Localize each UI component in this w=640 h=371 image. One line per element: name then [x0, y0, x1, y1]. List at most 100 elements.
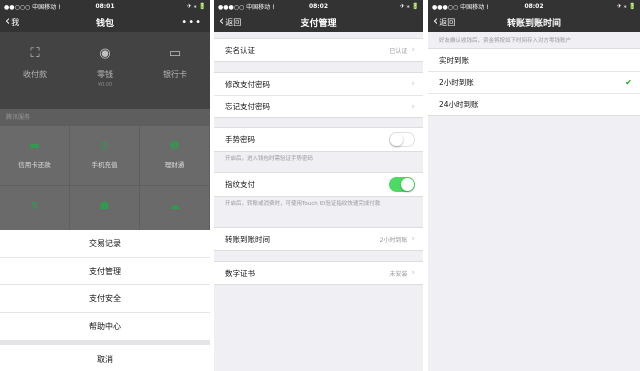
- gesture-group: 手势密码: [214, 127, 423, 152]
- payment-management-screen: ●●●○○ 中国移动 ⌇ 08:02 ✈ ⁎ 🔋 ‹ 返回 支付管理 实名认证 已…: [214, 0, 423, 371]
- certificate-label: 数字证书: [225, 268, 255, 278]
- credit-card-icon: ▬: [29, 139, 40, 152]
- forgot-password-row[interactable]: 忘记支付密码 ›: [214, 95, 423, 117]
- fingerprint-label: 指纹支付: [225, 180, 255, 189]
- checkmark-icon: ✔: [625, 78, 632, 87]
- change-label: 零钱: [97, 70, 113, 79]
- payment-security-option[interactable]: 支付安全: [0, 285, 210, 313]
- status-bar: ●●●○○ 中国移动 ⌇ 08:02 ✈ ⁎ 🔋: [428, 0, 640, 12]
- chevron-right-icon: ›: [411, 268, 415, 278]
- page-title: 钱包: [95, 18, 114, 29]
- option-label: 实时到账: [439, 55, 469, 65]
- phone-recharge-icon: ⊙: [99, 139, 110, 152]
- gesture-note: 开启后，进入钱包时需验证手势密码: [225, 156, 314, 162]
- transfer-options: 实时到账 2小时到账 ✔ 24小时到账: [428, 48, 640, 116]
- pay-receive-label: 收付款: [23, 70, 47, 79]
- chevron-left-icon: ‹: [219, 14, 225, 29]
- back-label: 返回: [439, 17, 456, 27]
- status-icons: ✈ ⁎ 🔋: [186, 2, 206, 10]
- pay-receive-button[interactable]: ⛶ 收付款: [0, 46, 70, 109]
- certificate-group: 数字证书 未安装 ›: [214, 261, 423, 285]
- realname-status: 已认证: [389, 47, 408, 55]
- payment-management-option[interactable]: 支付管理: [0, 258, 210, 286]
- status-bar: ●●○○○ 中国移动 ⌇ 08:01 ✈ ⁎ 🔋: [0, 0, 210, 12]
- status-icons: ✈ ⁎ 🔋: [616, 2, 636, 10]
- section-label: 腾讯服务: [0, 109, 210, 126]
- gesture-label: 手势密码: [225, 135, 255, 144]
- qq-icon: ☗: [99, 199, 110, 212]
- modify-password-label: 修改支付密码: [225, 79, 270, 89]
- option-24h[interactable]: 24小时到账: [428, 93, 640, 115]
- chevron-right-icon: ›: [411, 234, 415, 244]
- change-balance-button[interactable]: ◉ 零钱 ¥0.00: [70, 46, 140, 109]
- back-label: 返回: [225, 17, 242, 27]
- nav-bar: ‹ 返回 支付管理: [214, 12, 423, 32]
- fingerprint-group: 指纹支付: [214, 172, 423, 197]
- back-label: 我: [11, 17, 20, 27]
- fingerprint-toggle[interactable]: [389, 177, 415, 192]
- modify-password-row[interactable]: 修改支付密码 ›: [214, 73, 423, 95]
- toggle-knob: [390, 133, 403, 146]
- service-label: 理财通: [164, 161, 185, 169]
- status-icons: ✈ ⁎ 🔋: [399, 2, 419, 10]
- wallet-screen: ●●○○○ 中国移动 ⌇ 08:01 ✈ ⁎ 🔋 ‹ 我 钱包 ••• ⛶ 收付款…: [0, 0, 210, 371]
- cancel-button[interactable]: 取消: [0, 345, 210, 371]
- action-sheet: 交易记录 支付管理 支付安全 帮助中心 取消: [0, 230, 210, 371]
- gesture-row: 手势密码: [214, 128, 423, 151]
- carrier-label: ●●●○○ 中国移动 ⌇: [218, 3, 275, 11]
- bank-card-icon: ▭: [168, 46, 182, 61]
- realname-group: 实名认证 已认证 ›: [214, 38, 423, 62]
- toggle-knob: [401, 178, 414, 191]
- transfer-time-row[interactable]: 转账到账时间 2小时到账 ›: [214, 228, 423, 250]
- chevron-right-icon: ›: [411, 79, 415, 89]
- certificate-status: 未安装: [389, 270, 408, 278]
- service-phone-recharge[interactable]: ⊙ 手机充值: [69, 126, 140, 186]
- carrier-label: ●●●○○ 中国移动 ⌇: [432, 3, 489, 11]
- nav-bar: ‹ 我 钱包 •••: [0, 12, 210, 32]
- chevron-right-icon: ›: [411, 101, 415, 112]
- scan-pay-icon: ⛶: [30, 46, 40, 61]
- option-2h[interactable]: 2小时到账 ✔: [428, 71, 640, 93]
- bank-card-label: 银行卡: [163, 70, 187, 79]
- bank-card-button[interactable]: ▭ 银行卡: [140, 46, 210, 109]
- transfer-time-value: 2小时到账: [379, 236, 408, 244]
- option-label: 24小时到账: [439, 100, 479, 109]
- cloud-icon: ☁: [168, 199, 180, 212]
- back-button[interactable]: ‹ 我: [5, 14, 20, 29]
- service-credit-card[interactable]: ▬ 信用卡还款: [0, 126, 70, 186]
- transfer-time-label: 转账到账时间: [225, 234, 270, 244]
- gesture-toggle[interactable]: [389, 132, 415, 147]
- transfer-note: 好友确认收钱后，资金将按如下时间存入对方零钱账户: [439, 38, 572, 44]
- change-amount: ¥0.00: [97, 82, 113, 88]
- option-label: 2小时到账: [439, 78, 474, 87]
- realname-label: 实名认证: [225, 45, 255, 55]
- chevron-right-icon: ›: [411, 45, 415, 55]
- wallet-top-grid: ⛶ 收付款 ◉ 零钱 ¥0.00 ▭ 银行卡: [0, 32, 210, 109]
- page-title: 支付管理: [300, 18, 337, 29]
- nav-bar: ‹ 返回 转账到账时间: [428, 12, 640, 32]
- certificate-row[interactable]: 数字证书 未安装 ›: [214, 262, 423, 284]
- help-center-option[interactable]: 帮助中心: [0, 313, 210, 341]
- back-button[interactable]: ‹ 返回: [433, 15, 456, 28]
- forgot-password-label: 忘记支付密码: [225, 102, 270, 111]
- fingerprint-note: 开启后，转账或消费时，可使用Touch ID验证指纹快速完成付款: [225, 201, 381, 207]
- option-realtime[interactable]: 实时到账: [428, 49, 640, 71]
- service-label: 手机充值: [91, 161, 118, 169]
- transfer-time-screen: ●●●○○ 中国移动 ⌇ 08:02 ✈ ⁎ 🔋 ‹ 返回 转账到账时间 好友确认…: [428, 0, 640, 371]
- realname-row[interactable]: 实名认证 已认证 ›: [214, 39, 423, 61]
- coin-icon: ◉: [99, 46, 111, 61]
- transaction-records-option[interactable]: 交易记录: [0, 230, 210, 258]
- back-button[interactable]: ‹ 返回: [219, 14, 242, 29]
- wealth-icon: ❶: [169, 139, 180, 152]
- fingerprint-row: 指纹支付: [214, 173, 423, 196]
- service-wealth[interactable]: ❶ 理财通: [139, 126, 210, 186]
- password-group: 修改支付密码 › 忘记支付密码 ›: [214, 72, 423, 118]
- status-bar: ●●●○○ 中国移动 ⌇ 08:02 ✈ ⁎ 🔋: [214, 0, 423, 12]
- services-grid: ▬ 信用卡还款 ⊙ 手机充值 ❶ 理财通 ↯ ☗ ☁: [0, 126, 210, 246]
- more-button[interactable]: •••: [181, 17, 202, 28]
- transfer-group: 转账到账时间 2小时到账 ›: [214, 227, 423, 251]
- carrier-label: ●●○○○ 中国移动 ⌇: [4, 3, 61, 11]
- service-label: 信用卡还款: [18, 161, 51, 169]
- lightning-icon: ↯: [29, 199, 40, 212]
- chevron-left-icon: ‹: [5, 14, 11, 29]
